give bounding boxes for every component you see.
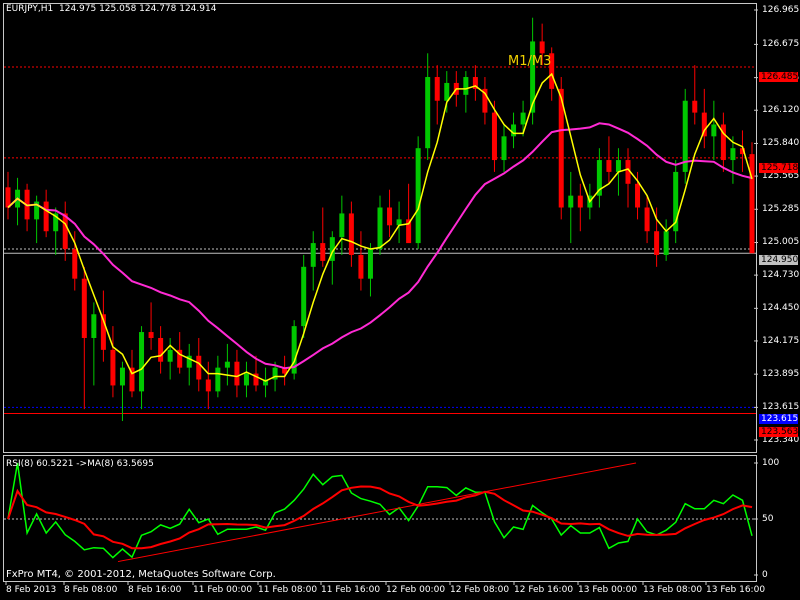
time-axis-label: 11 Feb 00:00 bbox=[193, 585, 253, 595]
rsi-level-0: 0 bbox=[762, 570, 768, 580]
price-axis-label: 124.175 bbox=[762, 335, 800, 346]
time-axis-label: 13 Feb 16:00 bbox=[706, 585, 766, 595]
symbol-label: EURJPY,H1 bbox=[6, 4, 54, 14]
time-axis-label: 8 Feb 08:00 bbox=[64, 585, 118, 595]
candle-body bbox=[110, 349, 116, 386]
rsi-header: RSI(8) 60.5221 ->MA(8) 63.5695 bbox=[6, 459, 154, 469]
time-axis-label: 8 Feb 16:00 bbox=[128, 585, 182, 595]
candle-body bbox=[511, 124, 517, 137]
candle-body bbox=[243, 373, 249, 386]
candle-body bbox=[5, 187, 11, 208]
time-axis-label: 12 Feb 08:00 bbox=[450, 585, 510, 595]
price-axis-label: 124.450 bbox=[762, 303, 800, 314]
price-axis-label: 126.120 bbox=[762, 105, 800, 116]
price-axis-label: 125.005 bbox=[762, 237, 800, 248]
candle-body bbox=[425, 77, 431, 149]
candle-body bbox=[301, 266, 307, 327]
candle-body bbox=[91, 314, 97, 338]
candle-body bbox=[635, 183, 641, 208]
candle-body bbox=[749, 154, 755, 254]
candle-body bbox=[310, 243, 316, 267]
candle-body bbox=[501, 136, 507, 161]
time-axis-label: 13 Feb 00:00 bbox=[578, 585, 638, 595]
price-axis-label: 123.615 bbox=[762, 402, 800, 413]
candle-body bbox=[387, 207, 393, 226]
candle-body bbox=[205, 379, 211, 392]
candle-body bbox=[434, 77, 440, 101]
candle-body bbox=[43, 201, 49, 232]
price-tag-red-top: 126.485 bbox=[759, 72, 799, 82]
candle-body bbox=[606, 160, 612, 172]
price-tag-red-mid: 125.718 bbox=[759, 163, 799, 173]
candle-body bbox=[72, 249, 78, 279]
candle-body bbox=[577, 195, 583, 208]
price-axis-label: 126.675 bbox=[762, 39, 800, 50]
candle-body bbox=[615, 160, 621, 172]
candle-body bbox=[339, 213, 345, 238]
rsi-trend-line bbox=[117, 462, 637, 563]
candle-body bbox=[415, 148, 421, 244]
price-tag-red-bottom: 123.563 bbox=[759, 427, 799, 437]
time-axis-label: 13 Feb 08:00 bbox=[643, 585, 703, 595]
price-axis-label: 123.895 bbox=[762, 369, 800, 380]
candle-body bbox=[139, 332, 145, 392]
candle-body bbox=[377, 207, 383, 250]
candle-body bbox=[148, 332, 154, 338]
candle-body bbox=[81, 278, 87, 338]
candle-body bbox=[167, 349, 173, 362]
price-axis-label: 125.285 bbox=[762, 204, 800, 215]
candle-body bbox=[444, 82, 450, 101]
copyright-text: FxPro MT4, © 2001-2012, MetaQuotes Softw… bbox=[6, 569, 276, 580]
candle-body bbox=[663, 231, 669, 255]
candle-body bbox=[644, 207, 650, 232]
time-axis-label: 12 Feb 00:00 bbox=[386, 585, 446, 595]
candle-body bbox=[196, 355, 202, 380]
candle-body bbox=[320, 243, 326, 261]
price-axis-label: 126.965 bbox=[762, 5, 800, 15]
time-axis-label: 8 Feb 2013 bbox=[6, 585, 57, 595]
candle-body bbox=[215, 367, 221, 392]
candle-body bbox=[119, 367, 125, 386]
candle-body bbox=[367, 249, 373, 279]
ohlc-values: 124.975 125.058 124.778 124.914 bbox=[59, 4, 217, 14]
m1m3-annotation: M1/M3 bbox=[508, 54, 552, 69]
chart-canvas bbox=[4, 9, 758, 585]
candle-body bbox=[234, 361, 240, 386]
candle-body bbox=[654, 231, 660, 255]
chart-header: EURJPY,H1 124.975 125.058 124.778 124.91… bbox=[6, 4, 216, 14]
time-axis-label: 12 Feb 16:00 bbox=[514, 585, 574, 595]
price-tag-current: 124.950 bbox=[759, 255, 799, 265]
candle-body bbox=[568, 195, 574, 208]
price-axis-label: 124.730 bbox=[762, 270, 800, 281]
candle-body bbox=[711, 124, 717, 137]
time-axis-label: 11 Feb 08:00 bbox=[258, 585, 318, 595]
candle-body bbox=[520, 112, 526, 125]
candle-body bbox=[730, 148, 736, 161]
candle-body bbox=[358, 254, 364, 279]
candle-body bbox=[348, 213, 354, 255]
rsi-ma-line bbox=[7, 485, 753, 550]
candle-body bbox=[158, 337, 164, 362]
candle-body bbox=[224, 361, 230, 368]
price-axis-label: 125.840 bbox=[762, 138, 800, 149]
rsi-level-50: 50 bbox=[762, 514, 774, 524]
candle-body bbox=[62, 213, 68, 250]
time-axis-label: 11 Feb 16:00 bbox=[321, 585, 381, 595]
candle-body bbox=[491, 112, 497, 161]
candle-body bbox=[692, 100, 698, 113]
candle-body bbox=[539, 41, 545, 54]
price-tag-blue: 123.615 bbox=[759, 414, 799, 424]
candle-body bbox=[463, 77, 469, 95]
rsi-level-100: 100 bbox=[762, 458, 780, 468]
